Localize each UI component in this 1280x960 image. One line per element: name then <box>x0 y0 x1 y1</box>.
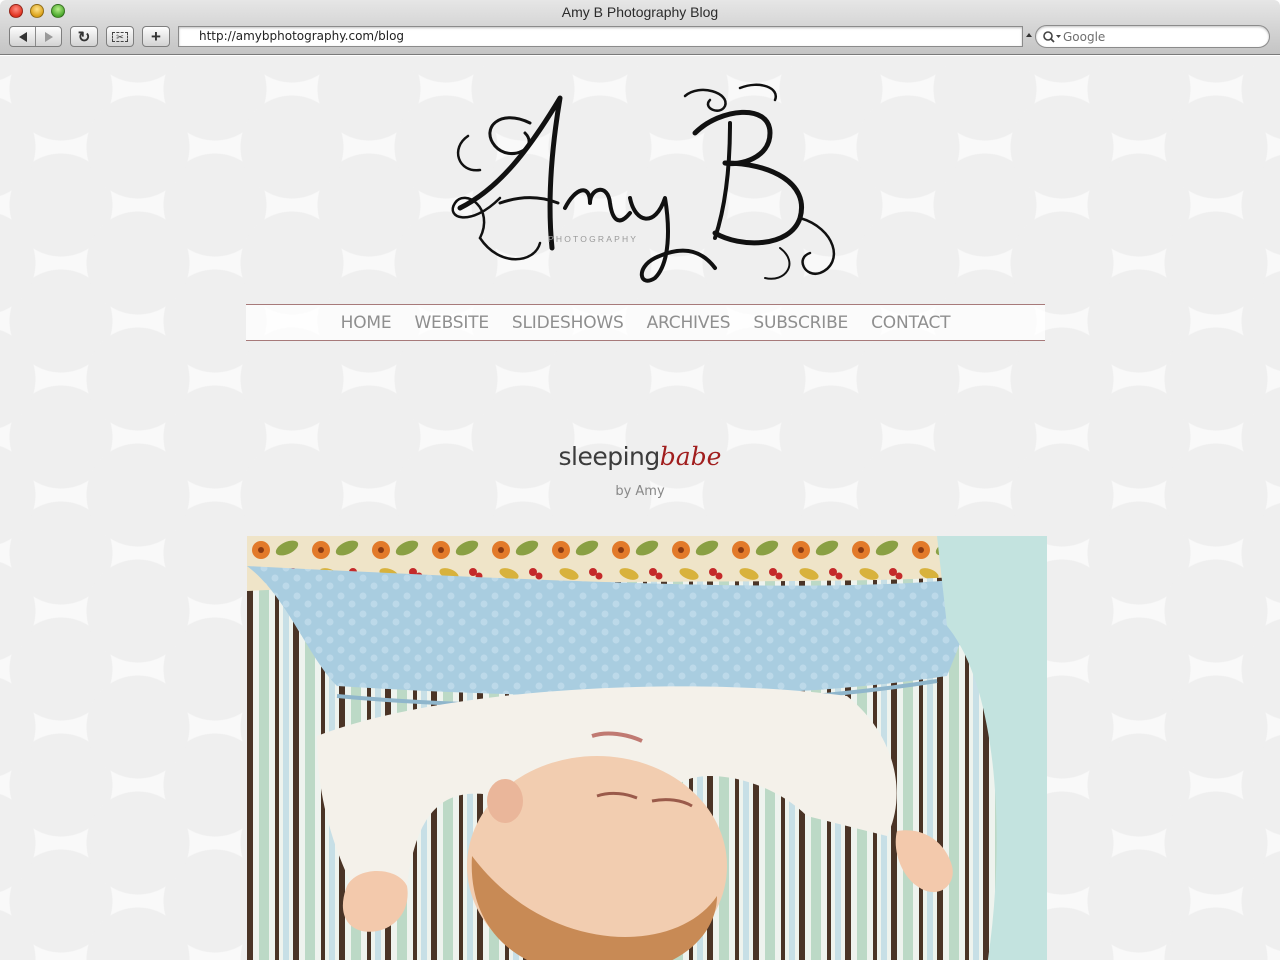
post-title[interactable]: sleepingbabe <box>0 442 1280 471</box>
nav-slideshows-link[interactable]: SLIDESHOWS <box>512 313 624 333</box>
forward-button[interactable] <box>35 27 61 46</box>
nav-website-link[interactable]: WEBSITE <box>414 313 489 333</box>
search-input[interactable] <box>1063 28 1258 45</box>
reload-button[interactable]: ↻ <box>70 26 98 47</box>
post-byline: by Amy <box>615 484 665 499</box>
back-forward-group <box>9 26 62 47</box>
nav-archives-link[interactable]: ARCHIVES <box>647 313 731 333</box>
back-button[interactable] <box>10 27 35 46</box>
amy-b-logo[interactable]: PHOTOGRAPHY <box>440 78 850 293</box>
search-field[interactable] <box>1035 25 1270 48</box>
post-title-accent: babe <box>659 442 722 471</box>
nav-contact-link[interactable]: CONTACT <box>871 313 950 333</box>
post-photo[interactable] <box>247 536 1047 960</box>
post-title-main: sleeping <box>558 442 661 471</box>
back-arrow-icon <box>18 31 27 42</box>
page-viewport: PHOTOGRAPHY HOME WEBSITE SLIDESHOWS ARCH… <box>0 56 1280 960</box>
logo-subtext: PHOTOGRAPHY <box>548 234 638 244</box>
webclip-icon: ✂ <box>112 31 128 42</box>
search-icon <box>1043 31 1061 43</box>
webclip-button[interactable]: ✂ <box>106 26 134 47</box>
main-navigation: HOME WEBSITE SLIDESHOWS ARCHIVES SUBSCRI… <box>246 304 1045 341</box>
url-menu-icon[interactable] <box>1026 33 1032 37</box>
reload-icon: ↻ <box>77 28 91 46</box>
add-bookmark-button[interactable]: + <box>142 26 170 47</box>
browser-toolbar: Amy B Photography Blog ↻ ✂ + http://amyb… <box>0 0 1280 55</box>
add-bookmark-icon: + <box>151 26 161 46</box>
nav-home-link[interactable]: HOME <box>341 313 392 333</box>
forward-arrow-icon <box>44 31 53 42</box>
window-title: Amy B Photography Blog <box>561 4 719 20</box>
nav-subscribe-link[interactable]: SUBSCRIBE <box>753 313 848 333</box>
address-bar[interactable]: http://amybphotography.com/blog <box>178 26 1023 47</box>
